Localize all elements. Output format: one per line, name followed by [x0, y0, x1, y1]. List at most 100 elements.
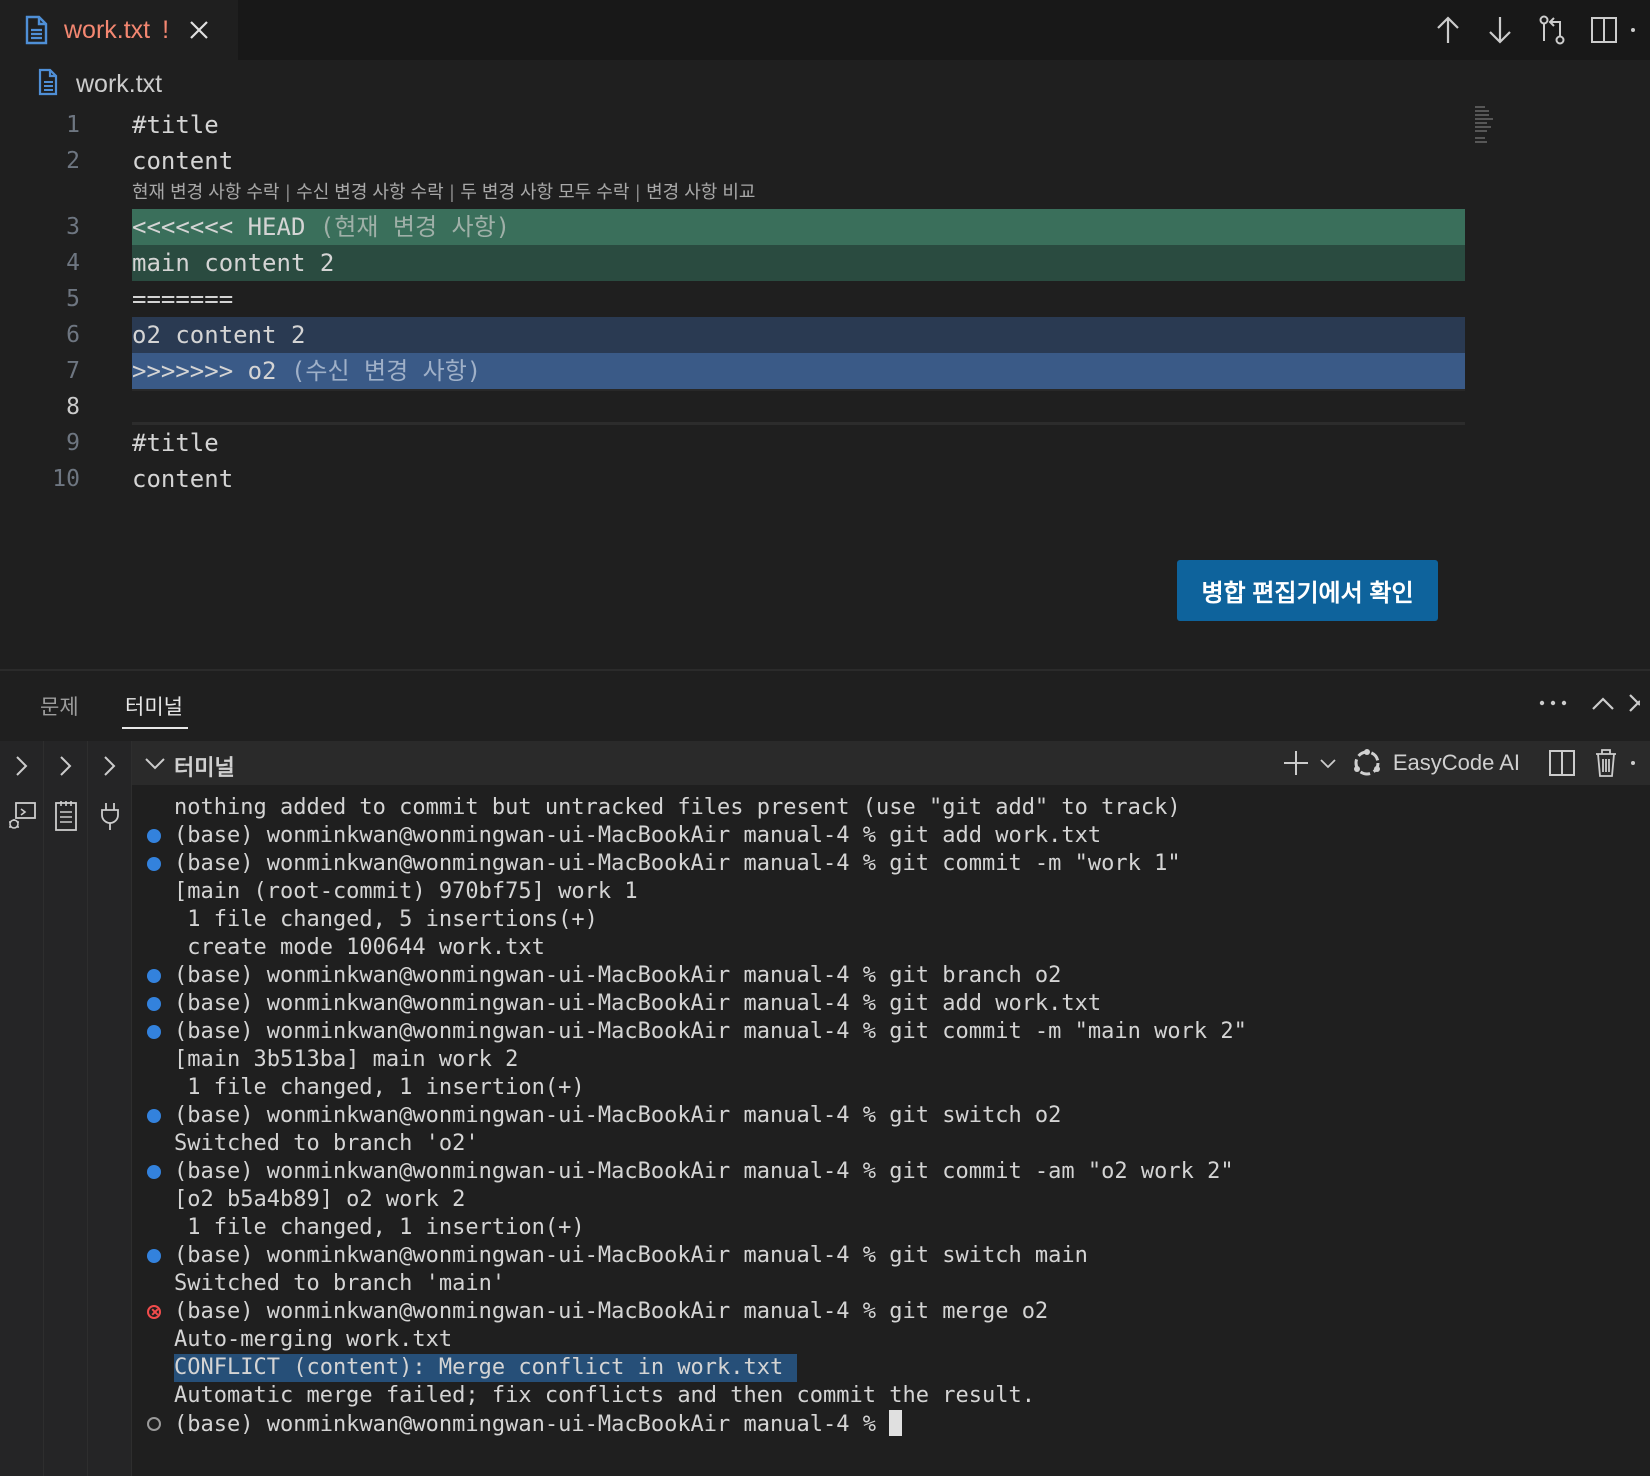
editor-line-incoming-change: 6 o2 content 2: [0, 317, 1465, 353]
line-text: #title: [132, 111, 219, 139]
editor-line-current-change-header: 3 <<<<<<< HEAD (현재 변경 사항): [0, 209, 1465, 245]
terminal-text: (base) wonminkwan@wonmingwan-ui-MacBookA…: [174, 1103, 1062, 1128]
compare-changes-action[interactable]: 변경 사항 비교: [646, 177, 755, 207]
terminal-text: 1 file changed, 1 insertion(+): [174, 1075, 585, 1100]
terminal-debug-icon[interactable]: [0, 796, 44, 836]
current-change-hint: (현재 변경 사항): [305, 213, 511, 241]
terminal-line-text: Auto-merging work.txt: [174, 1326, 452, 1354]
codelens-separator: |: [285, 182, 291, 202]
terminal-line-text: [main (root-commit) 970bf75] work 1: [174, 878, 638, 906]
terminal-text: [main (root-commit) 970bf75] work 1: [174, 879, 638, 904]
terminal-line-text: (base) wonminkwan@wonmingwan-ui-MacBookA…: [174, 1158, 1234, 1186]
more-actions-icon[interactable]: [1528, 685, 1578, 721]
terminal-text: (base) wonminkwan@wonmingwan-ui-MacBookA…: [174, 1019, 1247, 1044]
command-pending-circle-icon[interactable]: [147, 1417, 161, 1431]
terminal-text: (base) wonminkwan@wonmingwan-ui-MacBookA…: [174, 1299, 1049, 1324]
terminal-profile-label[interactable]: EasyCode AI: [1393, 750, 1520, 776]
terminal-tab-column[interactable]: [0, 741, 44, 1476]
close-panel-icon[interactable]: [1628, 685, 1650, 721]
command-success-dot-icon[interactable]: [147, 1025, 161, 1039]
terminal-output[interactable]: nothing added to commit but untracked fi…: [132, 791, 1650, 1476]
editor-line: 1 #title: [0, 107, 1465, 143]
line-number: 2: [66, 148, 80, 174]
terminal-tab-column[interactable]: [88, 741, 132, 1476]
split-terminal-icon[interactable]: [1540, 745, 1584, 781]
chevron-right-icon[interactable]: [88, 751, 132, 781]
editor-tab-work-txt[interactable]: work.txt !: [0, 0, 238, 60]
terminal-line-text: (base) wonminkwan@wonmingwan-ui-MacBookA…: [174, 1410, 903, 1439]
compare-changes-icon[interactable]: [1526, 8, 1578, 52]
line-number: 7: [66, 358, 80, 384]
terminal-area: 터미널 EasyCode AI nothing added to commit …: [0, 741, 1650, 1476]
terminal-line-text: Switched to branch 'main': [174, 1270, 505, 1298]
open-in-merge-editor-button[interactable]: 병합 편집기에서 확인: [1177, 560, 1438, 621]
chevron-right-icon[interactable]: [0, 751, 44, 781]
terminal-cursor: [889, 1410, 903, 1436]
chevron-down-icon[interactable]: [1313, 745, 1343, 781]
tab-filename: work.txt: [64, 15, 151, 44]
tab-modified-marker: !: [162, 15, 170, 44]
terminal-line-text: 1 file changed, 1 insertion(+): [174, 1074, 585, 1102]
line-text: #title: [132, 429, 219, 457]
breadcrumb-file-label[interactable]: work.txt: [76, 70, 162, 99]
terminal-text: Automatic merge failed; fix conflicts an…: [174, 1383, 1035, 1408]
output-log-icon[interactable]: [44, 796, 88, 836]
command-success-dot-icon[interactable]: [147, 969, 161, 983]
accept-both-changes-action[interactable]: 두 변경 사항 모두 수락: [460, 177, 629, 207]
terminal-text: (base) wonminkwan@wonmingwan-ui-MacBookA…: [174, 1159, 1234, 1184]
command-success-dot-icon[interactable]: [147, 997, 161, 1011]
tab-terminal[interactable]: 터미널: [125, 691, 183, 721]
previous-conflict-arrow-up-icon[interactable]: [1422, 8, 1474, 52]
line-text: content: [132, 465, 234, 493]
terminal-text: Auto-merging work.txt: [174, 1327, 453, 1352]
command-success-dot-icon[interactable]: [147, 1109, 161, 1123]
new-terminal-plus-icon[interactable]: [1279, 745, 1313, 781]
trash-icon[interactable]: [1584, 745, 1628, 781]
command-success-dot-icon[interactable]: [147, 829, 161, 843]
terminal-line-text: (base) wonminkwan@wonmingwan-ui-MacBookA…: [174, 822, 1101, 850]
bottom-panel: 문제 터미널 터미널 EasyCode AI nothing added to …: [0, 669, 1650, 1476]
terminal-tab-column[interactable]: [44, 741, 88, 1476]
chevron-down-icon[interactable]: [142, 750, 168, 776]
split-editor-icon[interactable]: [1578, 8, 1630, 52]
command-success-dot-icon[interactable]: [147, 1165, 161, 1179]
tab-problems[interactable]: 문제: [40, 691, 79, 721]
terminal-line-text: (base) wonminkwan@wonmingwan-ui-MacBookA…: [174, 1242, 1088, 1270]
terminal-line-text: (base) wonminkwan@wonmingwan-ui-MacBookA…: [174, 962, 1061, 990]
next-conflict-arrow-down-icon[interactable]: [1474, 8, 1526, 52]
command-error-icon[interactable]: [147, 1305, 161, 1319]
plug-icon[interactable]: [88, 796, 132, 836]
easycode-ai-logo-icon: [1349, 745, 1385, 781]
line-number: 5: [66, 286, 80, 312]
file-icon: [36, 68, 60, 101]
terminal-text: CONFLICT (content): Merge conflict in wo…: [174, 1355, 784, 1380]
minimap[interactable]: [1473, 104, 1513, 148]
accept-incoming-change-action[interactable]: 수신 변경 사항 수락: [296, 177, 443, 207]
line-number: 6: [66, 322, 80, 348]
close-icon[interactable]: [187, 18, 211, 42]
terminal-line-text: 1 file changed, 1 insertion(+): [174, 1214, 584, 1242]
terminal-text: (base) wonminkwan@wonmingwan-ui-MacBookA…: [174, 851, 1181, 876]
conflict-marker-text: <<<<<<< HEAD: [132, 213, 306, 241]
terminal-line-text: (base) wonminkwan@wonmingwan-ui-MacBookA…: [174, 990, 1101, 1018]
active-tab-indicator: [122, 727, 188, 729]
maximize-panel-chevron-up-icon[interactable]: [1578, 685, 1628, 721]
terminal-text: (base) wonminkwan@wonmingwan-ui-MacBookA…: [174, 1412, 890, 1437]
panel-tab-bar: 문제 터미널: [0, 671, 1650, 741]
line-text: o2 content 2: [132, 317, 1465, 353]
terminal-line-text: (base) wonminkwan@wonmingwan-ui-MacBookA…: [174, 1298, 1048, 1326]
command-success-dot-icon[interactable]: [147, 1249, 161, 1263]
command-success-dot-icon[interactable]: [147, 857, 161, 871]
code-editor[interactable]: 1 #title 2 content 현재 변경 사항 수락 | 수신 변경 사…: [0, 104, 1650, 669]
chevron-right-icon[interactable]: [44, 751, 88, 781]
more-actions-icon[interactable]: [1630, 8, 1650, 52]
terminal-text: (base) wonminkwan@wonmingwan-ui-MacBookA…: [174, 963, 1062, 988]
terminal-section-title: 터미널: [174, 755, 235, 780]
accept-current-change-action[interactable]: 현재 변경 사항 수락: [132, 177, 279, 207]
line-text-incoming-header: >>>>>>> o2 (수신 변경 사항): [132, 353, 1465, 389]
conflict-marker-text: >>>>>>> o2: [132, 357, 277, 385]
line-number: 3: [66, 214, 80, 240]
terminal-text: (base) wonminkwan@wonmingwan-ui-MacBookA…: [174, 823, 1102, 848]
terminal-line-text: (base) wonminkwan@wonmingwan-ui-MacBookA…: [174, 1102, 1061, 1130]
more-actions-icon[interactable]: [1628, 745, 1650, 781]
